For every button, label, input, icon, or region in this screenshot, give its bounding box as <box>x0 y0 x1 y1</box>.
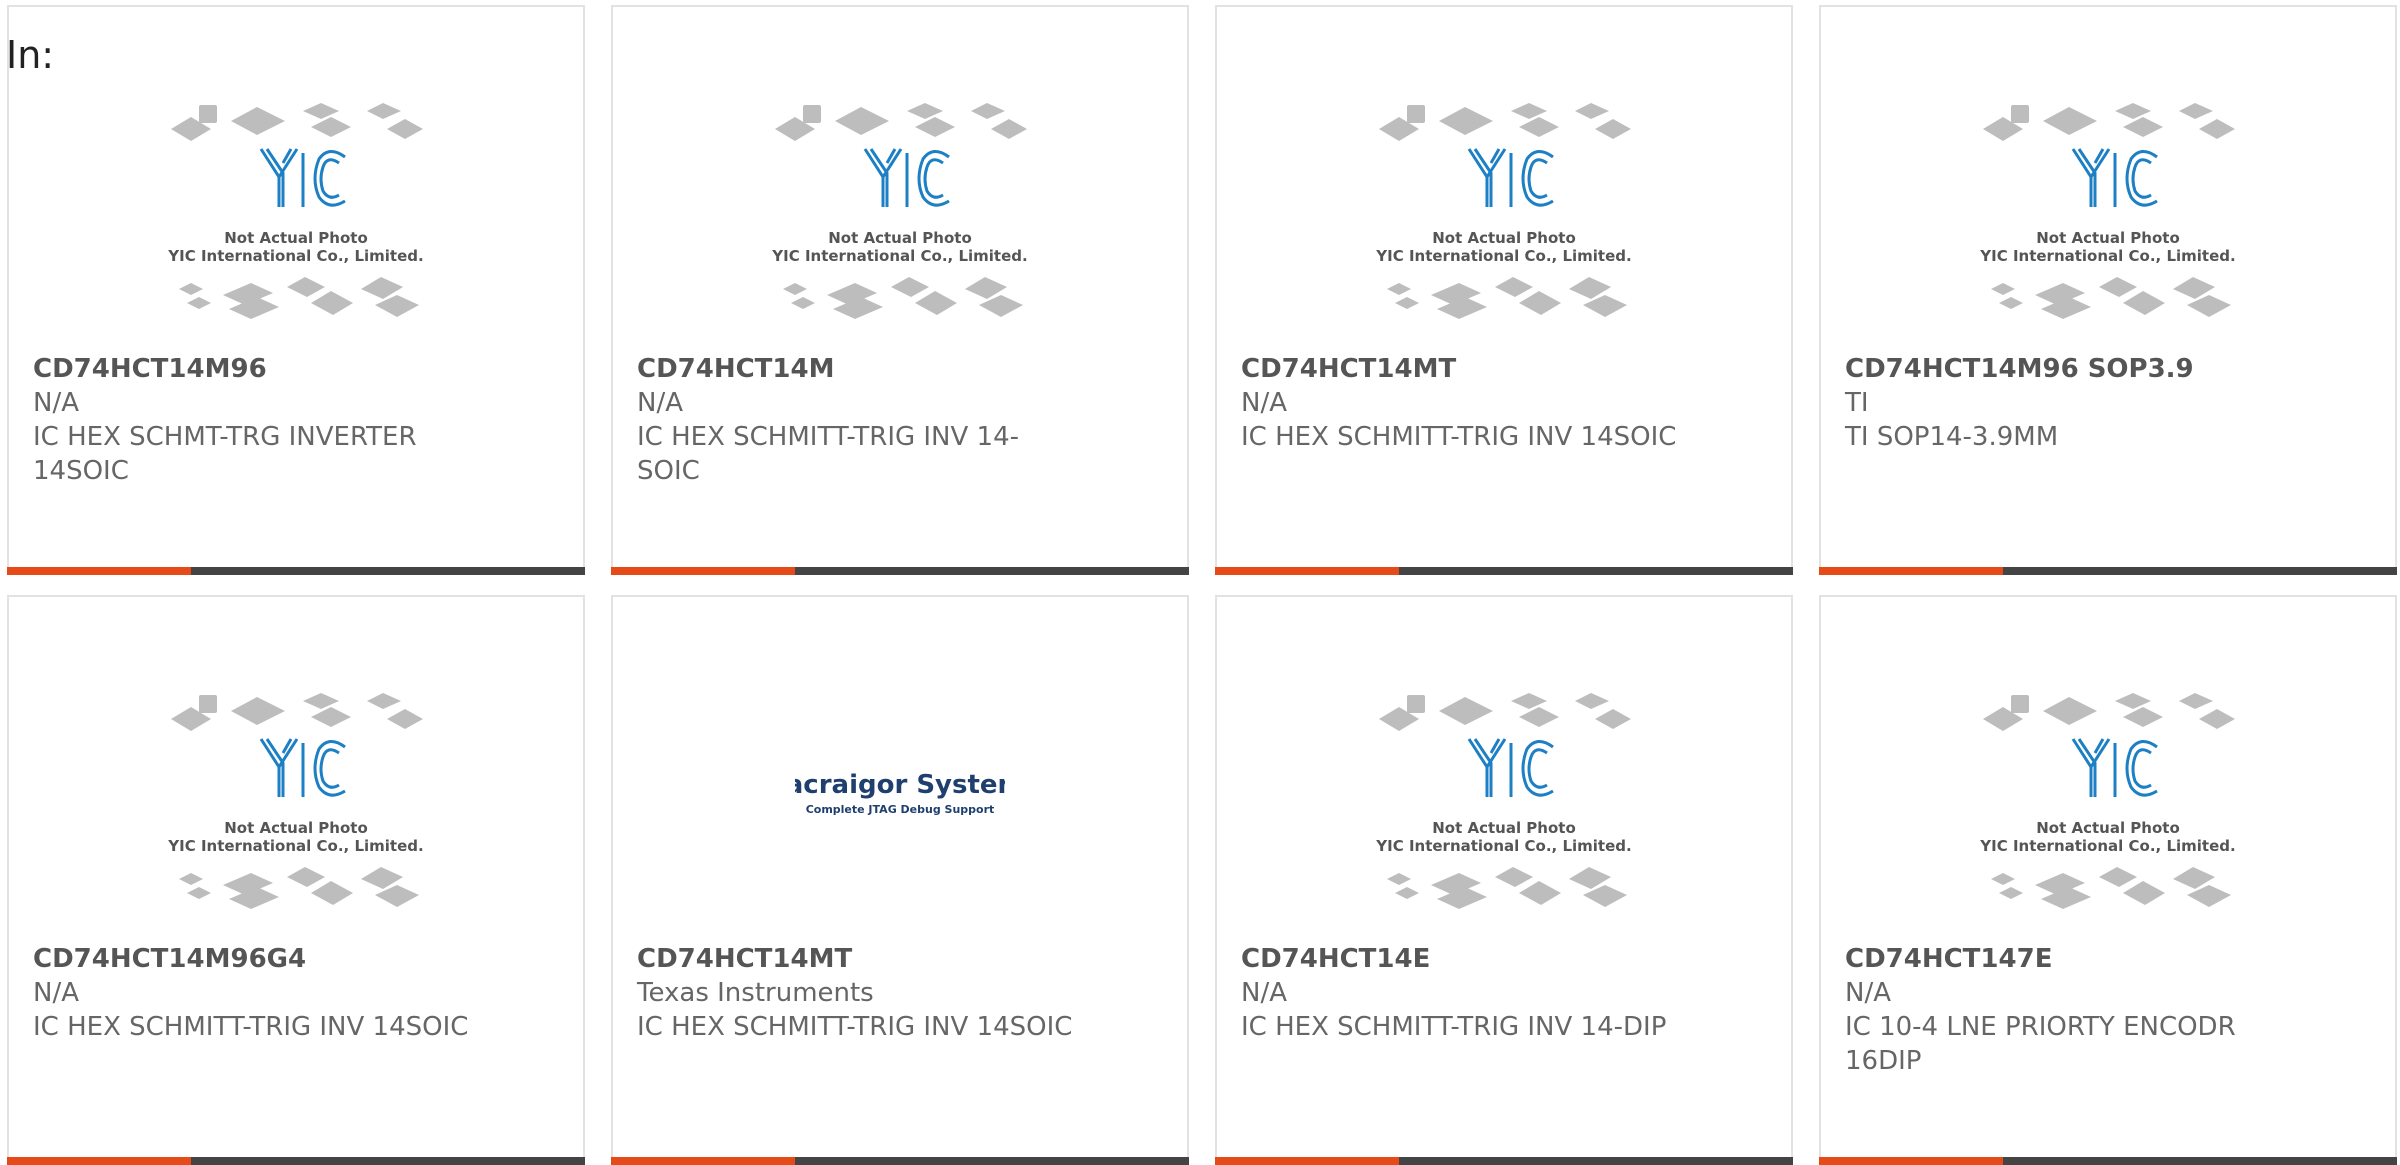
product-card[interactable]: Not Actual Photo YIC International Co., … <box>611 5 1189 575</box>
placeholder-line2: YIC International Co., Limited. <box>771 247 1027 265</box>
yic-placeholder-image: Not Actual Photo YIC International Co., … <box>1375 693 1632 909</box>
card-bottom-bar <box>611 567 1189 575</box>
product-description: IC HEX SCHMITT-TRIG INV 14-SOIC <box>637 422 1020 486</box>
card-bottom-bar <box>1819 567 2397 575</box>
product-manufacturer: TI <box>1845 388 1869 418</box>
card-bottom-bar <box>1819 1157 2397 1165</box>
product-image[interactable]: Not Actual Photo YIC International Co., … <box>9 679 583 939</box>
yic-placeholder-image: Not Actual Photo YIC International Co., … <box>1375 103 1632 319</box>
product-grid: Not Actual Photo YIC International Co., … <box>7 5 2400 1165</box>
product-description: IC HEX SCHMITT-TRIG INV 14SOIC <box>33 1012 469 1042</box>
card-accent-bar <box>1819 1157 2003 1165</box>
filter-label: In: <box>6 33 55 77</box>
placeholder-line1: Not Actual Photo <box>1432 819 1576 837</box>
card-bottom-bar <box>1215 1157 1793 1165</box>
product-image[interactable]: Macraigor Systems Complete JTAG Debug Su… <box>613 679 1187 939</box>
product-image[interactable]: Not Actual Photo YIC International Co., … <box>1821 679 2395 939</box>
product-description: IC HEX SCHMITT-TRIG INV 14SOIC <box>637 1012 1073 1042</box>
product-part-number[interactable]: CD74HCT147E <box>1845 942 2052 976</box>
macraigor-tagline: Complete JTAG Debug Support <box>806 803 995 816</box>
macraigor-logo-image: Macraigor Systems Complete JTAG Debug Su… <box>795 770 1005 816</box>
product-image[interactable]: Not Actual Photo YIC International Co., … <box>9 89 583 349</box>
product-part-number[interactable]: CD74HCT14M <box>637 352 834 386</box>
card-bottom-bar <box>1215 567 1793 575</box>
product-image[interactable]: Not Actual Photo YIC International Co., … <box>1217 679 1791 939</box>
placeholder-line2: YIC International Co., Limited. <box>1375 247 1631 265</box>
card-accent-bar <box>7 567 191 575</box>
product-manufacturer: N/A <box>1845 978 1891 1008</box>
product-manufacturer: N/A <box>1241 388 1287 418</box>
product-description: IC HEX SCHMITT-TRIG INV 14-DIP <box>1241 1012 1667 1042</box>
yic-placeholder-image: Not Actual Photo YIC International Co., … <box>167 693 424 909</box>
card-accent-bar <box>1215 1157 1399 1165</box>
placeholder-line2: YIC International Co., Limited. <box>1979 837 2235 855</box>
yic-placeholder-image: Not Actual Photo YIC International Co., … <box>167 103 424 319</box>
placeholder-line1: Not Actual Photo <box>2036 819 2180 837</box>
product-manufacturer: N/A <box>33 388 79 418</box>
product-card[interactable]: Macraigor Systems Complete JTAG Debug Su… <box>611 595 1189 1165</box>
product-card[interactable]: Not Actual Photo YIC International Co., … <box>1215 5 1793 575</box>
product-card[interactable]: Not Actual Photo YIC International Co., … <box>1819 5 2397 575</box>
product-image[interactable]: Not Actual Photo YIC International Co., … <box>1217 89 1791 349</box>
product-manufacturer: N/A <box>33 978 79 1008</box>
product-part-number[interactable]: CD74HCT14M96 <box>33 352 267 386</box>
yic-placeholder-image: Not Actual Photo YIC International Co., … <box>1979 693 2236 909</box>
product-description: IC HEX SCHMT-TRG INVERTER 14SOIC <box>33 422 417 486</box>
card-accent-bar <box>1215 567 1399 575</box>
product-part-number[interactable]: CD74HCT14MT <box>1241 352 1456 386</box>
product-part-number[interactable]: CD74HCT14M96G4 <box>33 942 306 976</box>
macraigor-title: Macraigor Systems <box>795 770 1005 800</box>
placeholder-line2: YIC International Co., Limited. <box>1979 247 2235 265</box>
product-description: TI SOP14-3.9MM <box>1845 422 2059 452</box>
placeholder-line2: YIC International Co., Limited. <box>167 837 423 855</box>
product-image[interactable]: Not Actual Photo YIC International Co., … <box>613 89 1187 349</box>
card-accent-bar <box>611 567 795 575</box>
product-part-number[interactable]: CD74HCT14E <box>1241 942 1430 976</box>
card-bottom-bar <box>7 567 585 575</box>
placeholder-line1: Not Actual Photo <box>224 229 368 247</box>
product-card[interactable]: Not Actual Photo YIC International Co., … <box>1819 595 2397 1165</box>
placeholder-line1: Not Actual Photo <box>828 229 972 247</box>
product-manufacturer: N/A <box>637 388 683 418</box>
product-part-number[interactable]: CD74HCT14MT <box>637 942 852 976</box>
product-card[interactable]: Not Actual Photo YIC International Co., … <box>7 5 585 575</box>
card-bottom-bar <box>611 1157 1189 1165</box>
product-description: IC 10-4 LNE PRIORTY ENCODR 16DIP <box>1845 1012 2236 1076</box>
product-manufacturer: N/A <box>1241 978 1287 1008</box>
product-card[interactable]: Not Actual Photo YIC International Co., … <box>1215 595 1793 1165</box>
product-image[interactable]: Not Actual Photo YIC International Co., … <box>1821 89 2395 349</box>
product-description: IC HEX SCHMITT-TRIG INV 14SOIC <box>1241 422 1677 452</box>
card-bottom-bar <box>7 1157 585 1165</box>
product-card[interactable]: Not Actual Photo YIC International Co., … <box>7 595 585 1165</box>
yic-placeholder-image: Not Actual Photo YIC International Co., … <box>1979 103 2236 319</box>
card-accent-bar <box>7 1157 191 1165</box>
product-part-number[interactable]: CD74HCT14M96 SOP3.9 <box>1845 352 2194 386</box>
placeholder-line1: Not Actual Photo <box>2036 229 2180 247</box>
product-manufacturer: Texas Instruments <box>637 978 874 1008</box>
yic-placeholder-image: Not Actual Photo YIC International Co., … <box>771 103 1028 319</box>
placeholder-line1: Not Actual Photo <box>1432 229 1576 247</box>
placeholder-line2: YIC International Co., Limited. <box>167 247 423 265</box>
placeholder-line2: YIC International Co., Limited. <box>1375 837 1631 855</box>
placeholder-line1: Not Actual Photo <box>224 819 368 837</box>
card-accent-bar <box>611 1157 795 1165</box>
card-accent-bar <box>1819 567 2003 575</box>
